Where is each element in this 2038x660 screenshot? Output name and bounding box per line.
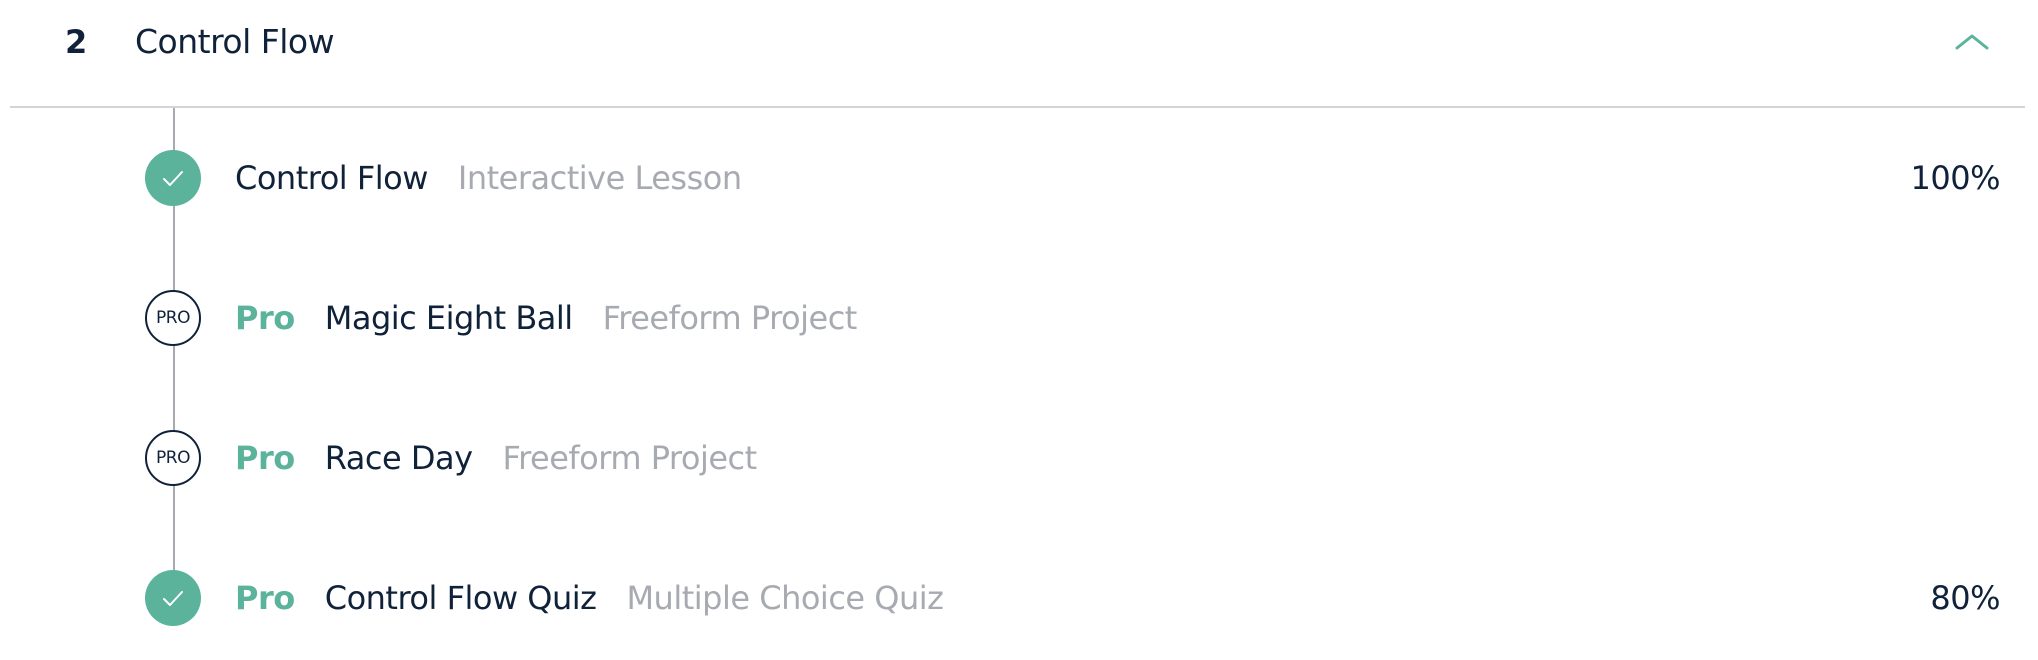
pro-label: Pro [235,579,295,617]
lesson-label: Pro Magic Eight Ball Freeform Project [235,297,857,339]
pro-label: Pro [235,299,295,337]
pro-badge-text: PRO [156,308,190,328]
lesson-title: Race Day [324,439,473,477]
checkmark-icon [145,150,201,206]
lesson-progress: 80% [1930,579,2000,617]
lesson-label: Pro Race Day Freeform Project [235,437,757,479]
lesson-label: Control Flow Interactive Lesson [235,157,742,199]
pro-badge-icon: PRO [145,430,201,486]
checkmark-icon [145,570,201,626]
lesson-progress: 100% [1910,159,2001,197]
lesson-row-race-day[interactable]: PRO Pro Race Day Freeform Project [140,423,2000,493]
pro-badge-icon: PRO [145,290,201,346]
section-header[interactable]: 2 Control Flow [10,0,2025,108]
lesson-row-magic-eight-ball[interactable]: PRO Pro Magic Eight Ball Freeform Project [140,283,2000,353]
lesson-title: Control Flow Quiz [324,579,597,617]
pro-badge-text: PRO [156,448,190,468]
lesson-label: Pro Control Flow Quiz Multiple Choice Quiz [235,577,944,619]
section-title: Control Flow [135,22,335,61]
lesson-row-control-flow-quiz[interactable]: Pro Control Flow Quiz Multiple Choice Quiz… [140,563,2000,633]
lesson-type: Freeform Project [502,439,758,477]
lesson-title: Magic Eight Ball [324,299,573,337]
lesson-type: Freeform Project [602,299,858,337]
section-number: 2 [65,23,88,61]
pro-label: Pro [235,439,295,477]
lesson-row-control-flow[interactable]: Control Flow Interactive Lesson 100% [140,143,2001,213]
lesson-type: Interactive Lesson [457,159,742,197]
lesson-type: Multiple Choice Quiz [626,579,944,617]
lesson-title: Control Flow [235,159,428,197]
chevron-up-icon[interactable] [1952,28,1992,52]
